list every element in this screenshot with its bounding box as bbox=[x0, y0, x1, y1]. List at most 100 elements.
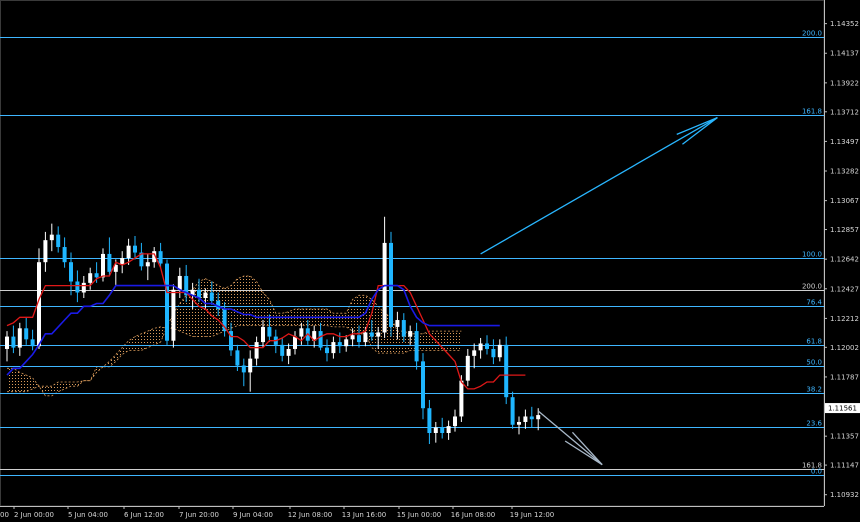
candle[interactable] bbox=[414, 322, 419, 370]
candle[interactable] bbox=[382, 216, 387, 338]
candle[interactable] bbox=[465, 348, 470, 387]
candle[interactable] bbox=[504, 336, 509, 405]
candle[interactable] bbox=[344, 335, 349, 352]
candle[interactable] bbox=[235, 344, 240, 372]
candle[interactable] bbox=[177, 267, 182, 299]
candle-body bbox=[523, 416, 528, 422]
candle-body bbox=[485, 343, 489, 349]
candle-body bbox=[280, 344, 285, 356]
candle[interactable] bbox=[248, 350, 253, 392]
candle-body bbox=[158, 251, 163, 264]
candle-body bbox=[299, 328, 304, 337]
candle[interactable] bbox=[17, 322, 22, 356]
candle[interactable] bbox=[75, 270, 80, 303]
time-tick-label: 12 Jun 08:00 bbox=[288, 511, 332, 519]
time-tick-label: 9 Jun 04:00 bbox=[233, 511, 273, 519]
candle[interactable] bbox=[81, 275, 86, 299]
candle[interactable] bbox=[421, 353, 425, 420]
candle-body bbox=[433, 427, 438, 433]
candle[interactable] bbox=[433, 421, 438, 443]
candle[interactable] bbox=[107, 237, 112, 276]
candle[interactable] bbox=[5, 331, 9, 362]
candle-body bbox=[337, 342, 342, 347]
candle[interactable] bbox=[43, 231, 48, 272]
plot-border bbox=[0, 0, 825, 507]
candle[interactable] bbox=[529, 406, 534, 428]
candle[interactable] bbox=[440, 417, 445, 439]
bearish-target-arrow[interactable] bbox=[537, 410, 603, 466]
candle[interactable] bbox=[171, 284, 176, 348]
time-tick-label: 16 Jun 08:00 bbox=[451, 511, 495, 519]
price-tick-label: 1.14137 bbox=[830, 50, 859, 58]
candle[interactable] bbox=[241, 358, 246, 387]
fib-level-label: 161.8 bbox=[802, 108, 822, 116]
candle[interactable] bbox=[446, 420, 451, 440]
candles[interactable] bbox=[5, 216, 541, 445]
candle[interactable] bbox=[472, 343, 477, 369]
bullish-target-arrow[interactable] bbox=[480, 116, 718, 255]
candle[interactable] bbox=[49, 223, 54, 252]
candle[interactable] bbox=[523, 409, 528, 429]
trend-arrows[interactable] bbox=[480, 116, 718, 466]
candle[interactable] bbox=[280, 337, 285, 362]
candle-body bbox=[24, 328, 29, 340]
candle[interactable] bbox=[517, 416, 521, 435]
candle-body bbox=[440, 427, 445, 433]
fibonacci-levels[interactable]: 200.0 161.8 100.0 200.0 76.4 61.8 50.0 38.2 23.6… bbox=[0, 30, 824, 476]
arrow-shaft bbox=[480, 117, 718, 255]
time-tick-label: 19 Jun 12:00 bbox=[510, 511, 554, 519]
price-chart[interactable]: 200.0 161.8 100.0 200.0 76.4 61.8 50.0 38.2 23.6… bbox=[0, 0, 860, 522]
candle-body bbox=[293, 336, 297, 349]
candle[interactable] bbox=[139, 242, 144, 271]
candle[interactable] bbox=[331, 336, 336, 359]
candle-body bbox=[421, 361, 425, 409]
candle-body bbox=[107, 253, 112, 272]
candle[interactable] bbox=[497, 339, 502, 362]
candle[interactable] bbox=[62, 237, 67, 268]
candle[interactable] bbox=[88, 267, 93, 290]
candle[interactable] bbox=[11, 325, 16, 354]
candle[interactable] bbox=[165, 259, 169, 345]
candle[interactable] bbox=[145, 253, 150, 281]
candle[interactable] bbox=[312, 325, 317, 348]
candle[interactable] bbox=[133, 236, 137, 260]
candle-body bbox=[94, 273, 99, 278]
candle-body bbox=[209, 292, 214, 301]
candle[interactable] bbox=[453, 409, 457, 432]
arrow-head bbox=[676, 116, 718, 136]
candle[interactable] bbox=[510, 391, 515, 429]
candle-body bbox=[43, 240, 48, 263]
candle-body bbox=[363, 332, 368, 343]
candle[interactable] bbox=[491, 339, 496, 365]
candle[interactable] bbox=[485, 335, 489, 355]
candle-body bbox=[529, 416, 534, 420]
candle[interactable] bbox=[30, 329, 35, 351]
time-tick-label-clipped: 00 bbox=[0, 511, 9, 519]
candle[interactable] bbox=[427, 399, 432, 445]
candle[interactable] bbox=[389, 231, 393, 337]
time-tick-label: 13 Jun 16:00 bbox=[342, 511, 386, 519]
candle-body bbox=[126, 245, 131, 259]
candle[interactable] bbox=[254, 336, 259, 366]
candle-body bbox=[357, 335, 361, 343]
time-tick-label: 15 Jun 00:00 bbox=[397, 511, 441, 519]
candle-body bbox=[510, 397, 515, 425]
candle[interactable] bbox=[120, 251, 125, 274]
candle-body bbox=[177, 275, 182, 290]
price-tick-label: 1.12212 bbox=[830, 315, 859, 323]
candle[interactable] bbox=[325, 339, 329, 362]
candle[interactable] bbox=[293, 331, 297, 355]
fib-level-label: 200.0 bbox=[802, 283, 822, 291]
arrow-shaft bbox=[537, 410, 603, 466]
candle[interactable] bbox=[24, 317, 29, 345]
mt4-chart-window[interactable]: 200.0 161.8 100.0 200.0 76.4 61.8 50.0 38.2 23.6… bbox=[0, 0, 860, 522]
candle[interactable] bbox=[273, 329, 278, 354]
fib-level-label: 0.0 bbox=[811, 468, 822, 476]
fib-level-label: 38.2 bbox=[806, 386, 822, 394]
candle[interactable] bbox=[56, 226, 61, 253]
candle-body bbox=[248, 358, 253, 373]
candle[interactable] bbox=[299, 322, 304, 345]
candle[interactable] bbox=[286, 343, 291, 365]
candle-body bbox=[517, 421, 521, 425]
candle[interactable] bbox=[478, 337, 483, 359]
